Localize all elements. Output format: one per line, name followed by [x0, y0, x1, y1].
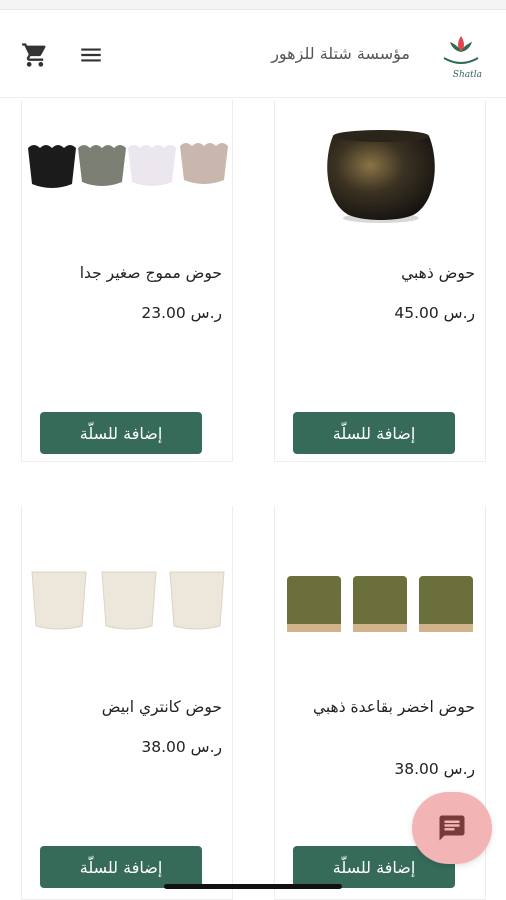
menu-icon: [81, 48, 101, 62]
product-price: 38.00 ر.س: [141, 738, 222, 756]
product-price: 45.00 ر.س: [394, 304, 475, 322]
status-strip: [0, 0, 506, 10]
product-price: 23.00 ر.س: [141, 304, 222, 322]
app-header: مؤسسة شتلة للزهور Shatla: [0, 10, 506, 98]
product-image[interactable]: [275, 100, 487, 250]
product-image[interactable]: [22, 100, 234, 250]
product-card[interactable]: حوض ذهبي 45.00 ر.س إضافة للسلّة: [274, 100, 486, 462]
chat-button[interactable]: [412, 792, 492, 864]
menu-button[interactable]: [76, 40, 106, 70]
add-to-cart-button[interactable]: إضافة للسلّة: [293, 412, 455, 454]
product-card[interactable]: حوض مموج صغير جدا 23.00 ر.س إضافة للسلّة: [21, 100, 233, 462]
product-image[interactable]: [275, 536, 487, 686]
flower-logo-icon: [443, 36, 479, 64]
cart-button[interactable]: [20, 40, 50, 70]
logo-text: Shatla: [452, 70, 482, 80]
product-card[interactable]: حوض كانتري ابيض 38.00 ر.س إضافة للسلّة: [21, 506, 233, 900]
add-to-cart-button[interactable]: إضافة للسلّة: [40, 846, 202, 888]
product-title[interactable]: حوض ذهبي: [281, 262, 475, 284]
cart-icon: [22, 43, 46, 67]
product-image[interactable]: [22, 536, 234, 686]
product-title[interactable]: حوض اخضر بقاعدة ذهبي: [281, 696, 475, 718]
product-title[interactable]: حوض كانتري ابيض: [28, 696, 222, 718]
product-title[interactable]: حوض مموج صغير جدا: [28, 262, 222, 284]
product-price: 38.00 ر.س: [394, 760, 475, 778]
home-indicator[interactable]: [164, 884, 342, 889]
chat-icon: [439, 815, 465, 841]
add-to-cart-button[interactable]: إضافة للسلّة: [40, 412, 202, 454]
brand-name: مؤسسة شتلة للزهور: [271, 44, 410, 63]
